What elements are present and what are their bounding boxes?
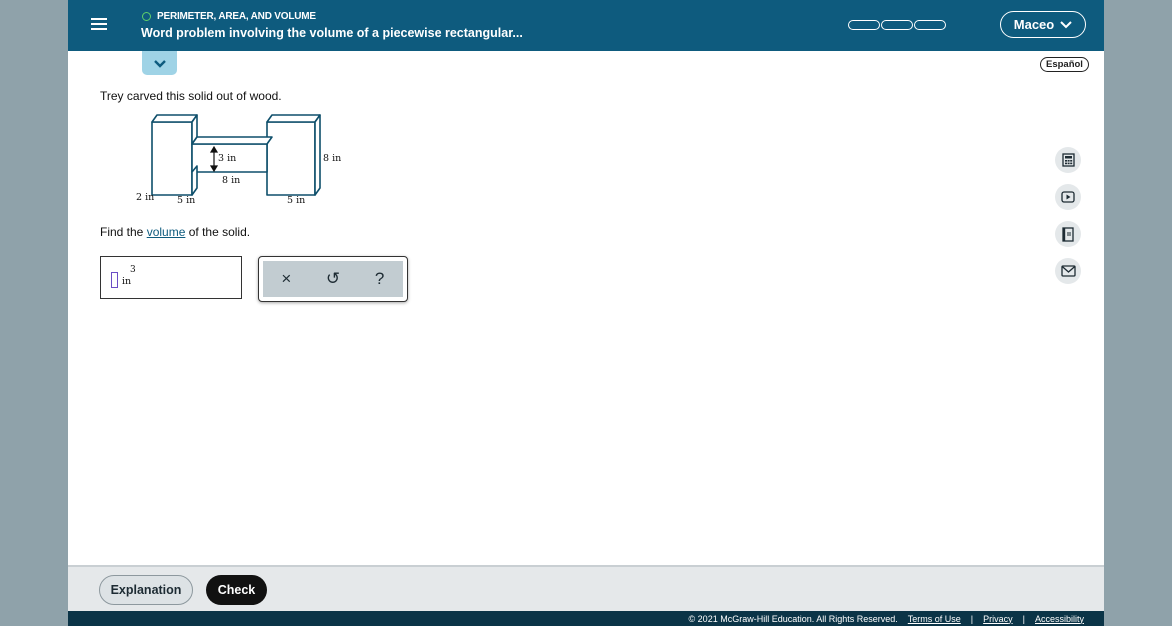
progress-segment — [881, 20, 913, 30]
hamburger-menu-icon[interactable] — [86, 14, 112, 38]
answer-unit: in — [122, 276, 132, 287]
undo-button[interactable]: ↺ — [318, 264, 348, 294]
separator: | — [1022, 613, 1025, 624]
privacy-link[interactable]: Privacy — [983, 614, 1013, 624]
user-menu-button[interactable]: Maceo — [1000, 11, 1086, 38]
side-toolbar — [1055, 147, 1081, 295]
question-mark-icon: ? — [374, 269, 385, 288]
label-bridge-length: 8 in — [222, 175, 241, 186]
find-prefix: Find the — [100, 225, 147, 239]
mail-icon — [1060, 265, 1076, 277]
app-window: PERIMETER, AREA, AND VOLUME Word problem… — [68, 0, 1104, 626]
dictionary-button[interactable] — [1055, 221, 1081, 247]
language-toggle-button[interactable]: Español — [1040, 57, 1089, 72]
user-name: Maceo — [1013, 17, 1055, 32]
label-right-height: 8 in — [323, 153, 342, 164]
answer-tools-bar: × ↺ ? — [263, 261, 403, 297]
accessibility-link[interactable]: Accessibility — [1035, 614, 1084, 624]
progress-segment — [848, 20, 880, 30]
dictionary-icon — [1062, 226, 1074, 242]
label-right-width: 5 in — [287, 195, 306, 206]
label-inner-height: 3 in — [218, 153, 237, 164]
progress-indicator — [848, 20, 947, 30]
help-button[interactable]: ? — [365, 264, 395, 294]
video-icon — [1061, 191, 1075, 203]
calculator-button[interactable] — [1055, 147, 1081, 173]
status-circle-icon — [142, 12, 151, 21]
find-suffix: of the solid. — [185, 225, 251, 239]
video-button[interactable] — [1055, 184, 1081, 210]
collapse-header-button[interactable] — [142, 51, 177, 75]
volume-glossary-link[interactable]: volume — [147, 225, 186, 239]
clear-button[interactable]: × — [271, 264, 301, 294]
find-instruction: Find the volume of the solid. — [100, 225, 250, 239]
piecewise-solid-figure — [151, 114, 321, 196]
terms-of-use-link[interactable]: Terms of Use — [908, 614, 961, 624]
answer-entry-slot[interactable] — [111, 272, 118, 288]
message-button[interactable] — [1055, 258, 1081, 284]
close-icon: × — [281, 269, 292, 288]
legal-footer: © 2021 McGraw-Hill Education. All Rights… — [68, 611, 1104, 626]
check-button[interactable]: Check — [206, 575, 267, 605]
problem-title: Word problem involving the volume of a p… — [141, 26, 523, 40]
chevron-down-icon — [1060, 20, 1072, 28]
label-depth: 2 in — [136, 192, 155, 203]
separator: | — [970, 613, 974, 624]
answer-tools-panel: × ↺ ? — [258, 256, 408, 302]
answer-unit-exponent: 3 — [130, 265, 136, 275]
copyright-text: © 2021 McGraw-Hill Education. All Rights… — [688, 613, 898, 624]
solid-diagram: 3 in 8 in 8 in 2 in 5 in 5 in — [132, 110, 352, 210]
explanation-button[interactable]: Explanation — [99, 575, 193, 605]
topic-label: PERIMETER, AREA, AND VOLUME — [142, 11, 316, 22]
progress-segment — [914, 20, 946, 30]
action-bar: Explanation Check — [68, 565, 1104, 611]
label-left-width: 5 in — [177, 195, 196, 206]
topic-text: PERIMETER, AREA, AND VOLUME — [157, 11, 316, 22]
problem-statement: Trey carved this solid out of wood. — [100, 89, 282, 103]
undo-icon: ↺ — [325, 269, 341, 288]
answer-input-field[interactable]: in 3 — [100, 256, 242, 299]
calculator-icon — [1061, 153, 1075, 167]
chevron-down-icon — [153, 59, 166, 68]
top-header: PERIMETER, AREA, AND VOLUME Word problem… — [68, 0, 1104, 51]
